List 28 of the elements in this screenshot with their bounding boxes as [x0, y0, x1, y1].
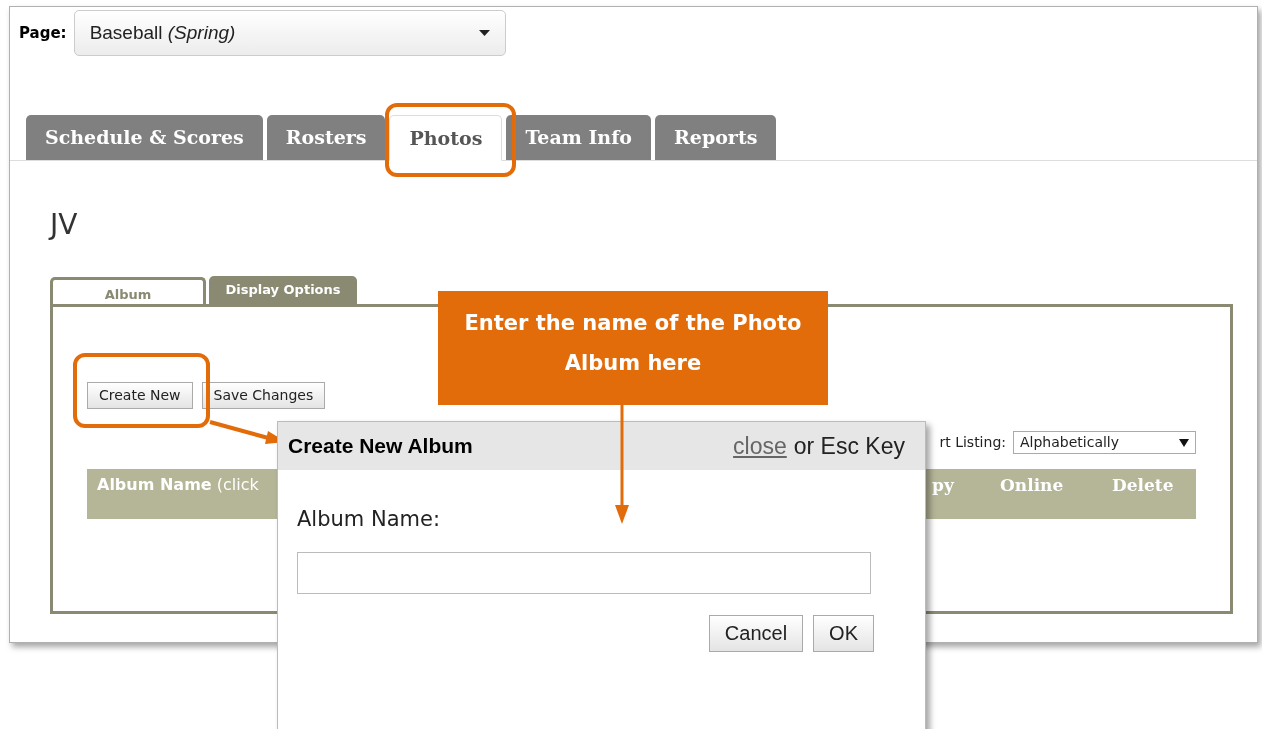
sort-label: rt Listing: [939, 433, 1006, 452]
caret-icon [478, 30, 490, 36]
tab[interactable]: Reports [655, 115, 777, 160]
tab[interactable]: Team Info [506, 115, 652, 160]
field-label: Album Name: [297, 506, 441, 533]
column-header: Album Name (click [97, 474, 260, 496]
action-button[interactable]: Create New [87, 382, 193, 409]
caret-icon [1179, 438, 1189, 447]
album-name-field[interactable] [297, 551, 871, 594]
close-link[interactable]: close [733, 428, 787, 464]
tab[interactable]: Schedule & Scores [26, 115, 263, 160]
page-select[interactable]: Baseball (Spring) [73, 10, 506, 56]
tab[interactable]: Photos [389, 115, 503, 161]
dialog-title: Create New Album [288, 433, 473, 460]
dialog-button[interactable]: OK [813, 614, 874, 652]
dialog-button[interactable]: Cancel [708, 614, 804, 652]
column-header: py [932, 474, 956, 497]
subtab[interactable]: Display Options [209, 276, 357, 304]
action-button[interactable]: Save Changes [201, 382, 326, 409]
page-label: Page: [19, 22, 67, 44]
column-header: Delete [1112, 474, 1174, 497]
sort-select[interactable]: Alphabetically [1013, 431, 1196, 454]
tab[interactable]: Rosters [266, 115, 386, 160]
close-hint: or Esc Key [793, 431, 905, 461]
section-heading: JV [50, 211, 79, 239]
subtab[interactable]: Album [50, 277, 206, 307]
callout: Enter the name of the Photo Album here [438, 291, 828, 405]
column-header: Online [1000, 474, 1065, 497]
